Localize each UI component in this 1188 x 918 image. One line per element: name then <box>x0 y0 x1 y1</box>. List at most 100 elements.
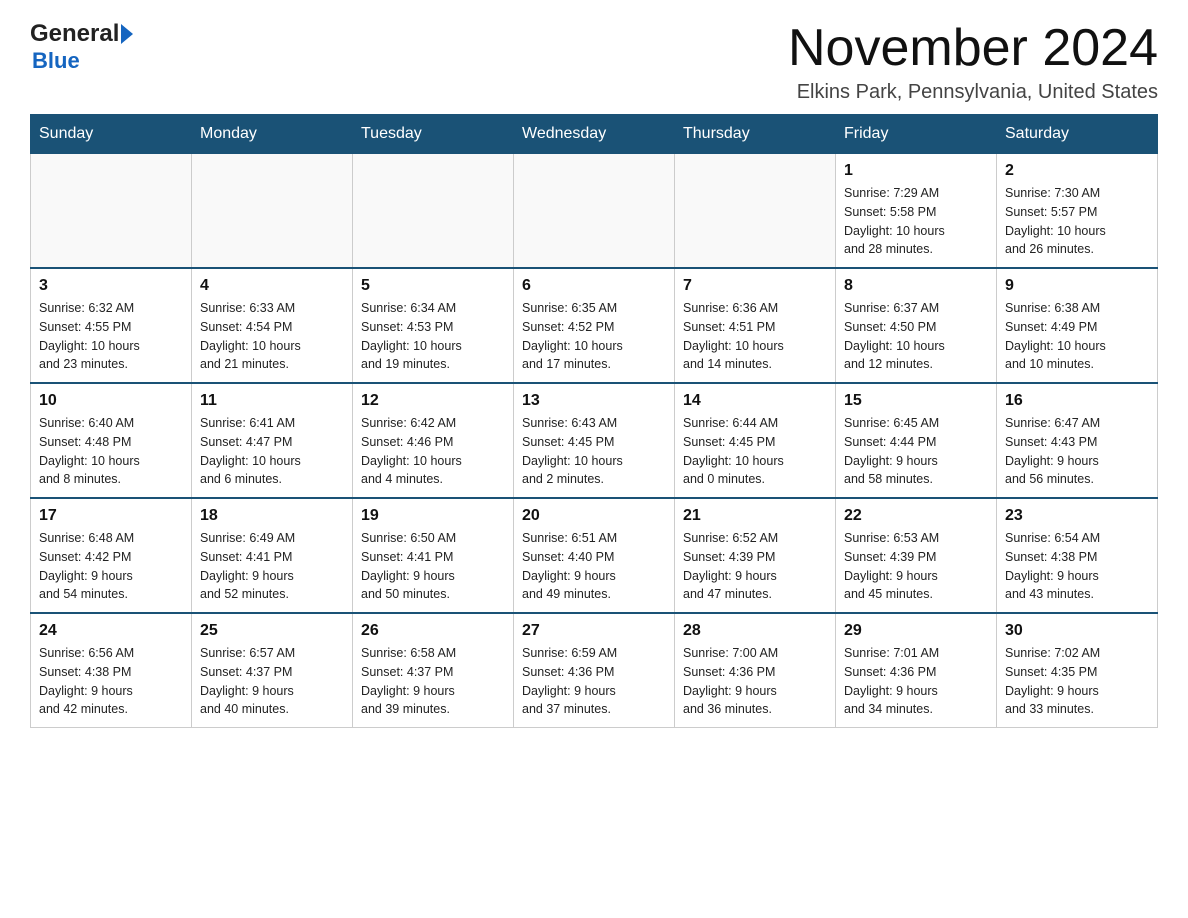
table-row: 20 Sunrise: 6:51 AM Sunset: 4:40 PM Dayli… <box>514 498 675 613</box>
table-row: 10Sunrise: 6:40 AM Sunset: 4:48 PM Dayli… <box>31 383 192 498</box>
day-info: Sunrise: 6:47 AM Sunset: 4:43 PM Dayligh… <box>1005 414 1149 489</box>
table-row: 6 Sunrise: 6:35 AM Sunset: 4:52 PM Daylig… <box>514 268 675 383</box>
day-number: 6 <box>522 277 666 295</box>
table-row: 15 Sunrise: 6:45 AM Sunset: 4:44 PM Dayli… <box>836 383 997 498</box>
table-row <box>514 154 675 269</box>
day-number: 12 <box>361 392 505 410</box>
day-number: 27 <box>522 622 666 640</box>
day-info: Sunrise: 6:37 AM Sunset: 4:50 PM Dayligh… <box>844 299 988 374</box>
main-title: November 2024 <box>788 20 1158 77</box>
col-wednesday: Wednesday <box>514 115 675 154</box>
day-info: Sunrise: 6:35 AM Sunset: 4:52 PM Dayligh… <box>522 299 666 374</box>
day-number: 21 <box>683 507 827 525</box>
table-row: 14 Sunrise: 6:44 AM Sunset: 4:45 PM Dayli… <box>675 383 836 498</box>
col-friday: Friday <box>836 115 997 154</box>
table-row: 5 Sunrise: 6:34 AM Sunset: 4:53 PM Daylig… <box>353 268 514 383</box>
day-info: Sunrise: 6:34 AM Sunset: 4:53 PM Dayligh… <box>361 299 505 374</box>
day-number: 28 <box>683 622 827 640</box>
day-number: 30 <box>1005 622 1149 640</box>
table-row <box>192 154 353 269</box>
calendar-table: Sunday Monday Tuesday Wednesday Thursday… <box>30 114 1158 728</box>
table-row: 27Sunrise: 6:59 AM Sunset: 4:36 PM Dayli… <box>514 613 675 728</box>
logo-blue-word: Blue <box>30 48 80 74</box>
table-row <box>353 154 514 269</box>
table-row: 24 Sunrise: 6:56 AM Sunset: 4:38 PM Dayli… <box>31 613 192 728</box>
logo: General <box>30 20 133 48</box>
day-info: Sunrise: 6:44 AM Sunset: 4:45 PM Dayligh… <box>683 414 827 489</box>
table-row: 19Sunrise: 6:50 AM Sunset: 4:41 PM Dayli… <box>353 498 514 613</box>
calendar-week-row: 10Sunrise: 6:40 AM Sunset: 4:48 PM Dayli… <box>31 383 1158 498</box>
table-row <box>31 154 192 269</box>
table-row <box>675 154 836 269</box>
day-info: Sunrise: 6:53 AM Sunset: 4:39 PM Dayligh… <box>844 529 988 604</box>
logo-general: General <box>30 20 119 48</box>
day-number: 14 <box>683 392 827 410</box>
day-number: 29 <box>844 622 988 640</box>
col-monday: Monday <box>192 115 353 154</box>
day-info: Sunrise: 6:49 AM Sunset: 4:41 PM Dayligh… <box>200 529 344 604</box>
day-number: 23 <box>1005 507 1149 525</box>
day-info: Sunrise: 6:32 AM Sunset: 4:55 PM Dayligh… <box>39 299 183 374</box>
calendar-week-row: 1 Sunrise: 7:29 AM Sunset: 5:58 PM Daylig… <box>31 154 1158 269</box>
day-info: Sunrise: 7:30 AM Sunset: 5:57 PM Dayligh… <box>1005 184 1149 259</box>
day-number: 26 <box>361 622 505 640</box>
day-number: 24 <box>39 622 183 640</box>
table-row: 29 Sunrise: 7:01 AM Sunset: 4:36 PM Dayli… <box>836 613 997 728</box>
day-info: Sunrise: 6:48 AM Sunset: 4:42 PM Dayligh… <box>39 529 183 604</box>
day-info: Sunrise: 6:38 AM Sunset: 4:49 PM Dayligh… <box>1005 299 1149 374</box>
table-row: 16 Sunrise: 6:47 AM Sunset: 4:43 PM Dayli… <box>997 383 1158 498</box>
table-row: 21Sunrise: 6:52 AM Sunset: 4:39 PM Dayli… <box>675 498 836 613</box>
day-number: 1 <box>844 162 988 180</box>
calendar-header-row: Sunday Monday Tuesday Wednesday Thursday… <box>31 115 1158 154</box>
table-row: 13Sunrise: 6:43 AM Sunset: 4:45 PM Dayli… <box>514 383 675 498</box>
day-info: Sunrise: 6:58 AM Sunset: 4:37 PM Dayligh… <box>361 644 505 719</box>
day-number: 15 <box>844 392 988 410</box>
table-row: 25Sunrise: 6:57 AM Sunset: 4:37 PM Dayli… <box>192 613 353 728</box>
day-number: 16 <box>1005 392 1149 410</box>
col-thursday: Thursday <box>675 115 836 154</box>
header: General Blue November 2024 Elkins Park, … <box>30 20 1158 104</box>
table-row: 1 Sunrise: 7:29 AM Sunset: 5:58 PM Daylig… <box>836 154 997 269</box>
table-row: 26 Sunrise: 6:58 AM Sunset: 4:37 PM Dayli… <box>353 613 514 728</box>
day-info: Sunrise: 6:51 AM Sunset: 4:40 PM Dayligh… <box>522 529 666 604</box>
day-info: Sunrise: 6:54 AM Sunset: 4:38 PM Dayligh… <box>1005 529 1149 604</box>
day-number: 4 <box>200 277 344 295</box>
day-info: Sunrise: 6:57 AM Sunset: 4:37 PM Dayligh… <box>200 644 344 719</box>
day-info: Sunrise: 7:00 AM Sunset: 4:36 PM Dayligh… <box>683 644 827 719</box>
day-info: Sunrise: 6:56 AM Sunset: 4:38 PM Dayligh… <box>39 644 183 719</box>
day-info: Sunrise: 6:45 AM Sunset: 4:44 PM Dayligh… <box>844 414 988 489</box>
table-row: 3 Sunrise: 6:32 AM Sunset: 4:55 PM Daylig… <box>31 268 192 383</box>
day-number: 22 <box>844 507 988 525</box>
day-info: Sunrise: 6:42 AM Sunset: 4:46 PM Dayligh… <box>361 414 505 489</box>
day-number: 20 <box>522 507 666 525</box>
day-info: Sunrise: 6:36 AM Sunset: 4:51 PM Dayligh… <box>683 299 827 374</box>
table-row: 2 Sunrise: 7:30 AM Sunset: 5:57 PM Daylig… <box>997 154 1158 269</box>
calendar-week-row: 3 Sunrise: 6:32 AM Sunset: 4:55 PM Daylig… <box>31 268 1158 383</box>
col-tuesday: Tuesday <box>353 115 514 154</box>
day-number: 11 <box>200 392 344 410</box>
table-row: 18 Sunrise: 6:49 AM Sunset: 4:41 PM Dayli… <box>192 498 353 613</box>
table-row: 30 Sunrise: 7:02 AM Sunset: 4:35 PM Dayli… <box>997 613 1158 728</box>
day-number: 2 <box>1005 162 1149 180</box>
day-info: Sunrise: 6:41 AM Sunset: 4:47 PM Dayligh… <box>200 414 344 489</box>
table-row: 7Sunrise: 6:36 AM Sunset: 4:51 PM Daylig… <box>675 268 836 383</box>
table-row: 8 Sunrise: 6:37 AM Sunset: 4:50 PM Daylig… <box>836 268 997 383</box>
subtitle: Elkins Park, Pennsylvania, United States <box>788 81 1158 104</box>
calendar-week-row: 17Sunrise: 6:48 AM Sunset: 4:42 PM Dayli… <box>31 498 1158 613</box>
day-number: 10 <box>39 392 183 410</box>
day-number: 3 <box>39 277 183 295</box>
col-saturday: Saturday <box>997 115 1158 154</box>
day-number: 5 <box>361 277 505 295</box>
day-number: 9 <box>1005 277 1149 295</box>
day-info: Sunrise: 7:29 AM Sunset: 5:58 PM Dayligh… <box>844 184 988 259</box>
day-number: 18 <box>200 507 344 525</box>
day-info: Sunrise: 7:01 AM Sunset: 4:36 PM Dayligh… <box>844 644 988 719</box>
day-number: 8 <box>844 277 988 295</box>
col-sunday: Sunday <box>31 115 192 154</box>
table-row: 22 Sunrise: 6:53 AM Sunset: 4:39 PM Dayli… <box>836 498 997 613</box>
day-info: Sunrise: 7:02 AM Sunset: 4:35 PM Dayligh… <box>1005 644 1149 719</box>
logo-area: General Blue <box>30 20 133 74</box>
day-number: 19 <box>361 507 505 525</box>
table-row: 4Sunrise: 6:33 AM Sunset: 4:54 PM Daylig… <box>192 268 353 383</box>
table-row: 12 Sunrise: 6:42 AM Sunset: 4:46 PM Dayli… <box>353 383 514 498</box>
